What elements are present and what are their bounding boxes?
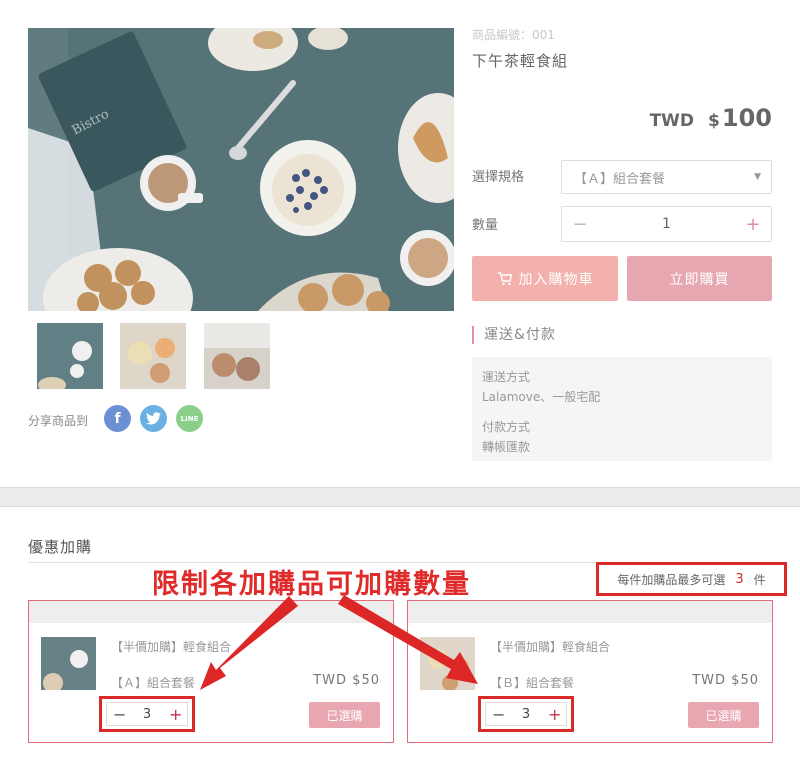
price-currency: TWD: [649, 111, 695, 131]
addon-card-header: [29, 601, 393, 623]
limit-prefix: 每件加購品最多可選: [617, 572, 726, 587]
addon-item-image: [420, 637, 475, 690]
twitter-bird-glyph: [146, 412, 161, 425]
twitter-icon[interactable]: [140, 405, 167, 432]
quantity-label: 數量: [472, 218, 499, 233]
quantity-value[interactable]: 1: [662, 216, 671, 232]
thumbnail-image: [204, 323, 270, 389]
shipping-payment-title: 運送&付款: [472, 326, 556, 344]
addon-quantity-decrease-button[interactable]: −: [492, 705, 505, 724]
addon-quantity-value[interactable]: 3: [143, 707, 151, 722]
shipping-payment-info: 運送方式 Lalamove、一般宅配 付款方式 轉帳匯款: [472, 357, 772, 461]
thumbnail-image: [37, 323, 103, 389]
chevron-down-icon: ▼: [754, 172, 761, 182]
buy-now-label: 立即購買: [669, 271, 730, 288]
product-photo: Bistro: [28, 28, 454, 311]
payment-method-value: 轉帳匯款: [482, 440, 531, 454]
addon-item-name: 【半價加購】輕食組合: [490, 640, 611, 654]
shipping-method-label: 運送方式: [482, 370, 531, 384]
addon-section-title: 優惠加購: [28, 538, 93, 556]
addon-quantity-stepper: − 3 +: [106, 702, 188, 726]
share-label: 分享商品到: [28, 414, 89, 428]
product-title: 下午茶輕食組: [472, 52, 569, 70]
addon-item-spec: 【Ａ】組合套餐: [111, 676, 196, 690]
product-price: TWD $ 100: [650, 104, 772, 132]
addon-quantity-decrease-button[interactable]: −: [113, 705, 126, 724]
addon-item-spec: 【Ｂ】組合套餐: [490, 676, 575, 690]
addon-image: [420, 637, 475, 690]
add-to-cart-label: 加入購物車: [518, 271, 594, 288]
addon-item-card: 【半價加購】輕食組合 【Ａ】組合套餐 TWD $50 − 3 + 已選購: [28, 600, 394, 743]
addon-quantity-increase-button[interactable]: +: [548, 705, 561, 724]
annotation-text: 限制各加購品可加購數量: [152, 569, 471, 600]
addon-selected-button[interactable]: 已選購: [309, 702, 380, 728]
addon-selected-button[interactable]: 已選購: [688, 702, 759, 728]
price-dollar-sign: $: [708, 111, 720, 131]
shipping-method-value: Lalamove、一般宅配: [482, 390, 601, 404]
price-amount: 100: [721, 104, 772, 132]
spec-label: 選擇規格: [472, 170, 525, 185]
product-card: Bistro 分享商品到 f LINE 商品編號：001 下午茶輕食組 TWD …: [0, 0, 800, 488]
addon-item-card: 【半價加購】輕食組合 【Ｂ】組合套餐 TWD $50 − 3 + 已選購: [407, 600, 773, 743]
quantity-increase-button[interactable]: +: [745, 214, 761, 235]
product-number: 商品編號：001: [472, 28, 555, 42]
line-icon[interactable]: LINE: [176, 405, 203, 432]
limit-suffix: 件: [753, 572, 766, 587]
payment-method-label: 付款方式: [482, 420, 531, 434]
addon-card-header: [408, 601, 772, 623]
addon-image: [41, 637, 96, 690]
facebook-icon[interactable]: f: [104, 405, 131, 432]
addon-item-image: [41, 637, 96, 690]
cart-icon: [497, 272, 512, 286]
buy-now-button[interactable]: 立即購買: [627, 256, 772, 301]
thumbnail-3[interactable]: [204, 323, 270, 389]
main-product-image: Bistro: [28, 28, 454, 311]
thumbnail-2[interactable]: [120, 323, 186, 389]
addon-quantity-highlight: − 3 +: [478, 696, 574, 732]
addon-item-price: TWD $50: [313, 673, 380, 688]
addon-quantity-highlight: − 3 +: [99, 696, 195, 732]
quantity-decrease-button[interactable]: −: [572, 214, 588, 235]
limit-count: 3: [735, 571, 744, 587]
thumbnail-image: [120, 323, 186, 389]
spec-selected-value: 【Ａ】組合套餐: [574, 171, 666, 187]
thumbnail-1[interactable]: [37, 323, 103, 389]
add-to-cart-button[interactable]: 加入購物車: [472, 256, 618, 301]
addon-item-name: 【半價加購】輕食組合: [111, 640, 232, 654]
addon-limit-notice: 每件加購品最多可選 3 件: [596, 562, 787, 596]
addon-quantity-stepper: − 3 +: [485, 702, 567, 726]
addon-quantity-increase-button[interactable]: +: [169, 705, 182, 724]
quantity-stepper: − 1 +: [561, 206, 772, 242]
spec-select[interactable]: 【Ａ】組合套餐 ▼: [561, 160, 772, 194]
addon-item-price: TWD $50: [692, 673, 759, 688]
addon-quantity-value[interactable]: 3: [522, 707, 530, 722]
